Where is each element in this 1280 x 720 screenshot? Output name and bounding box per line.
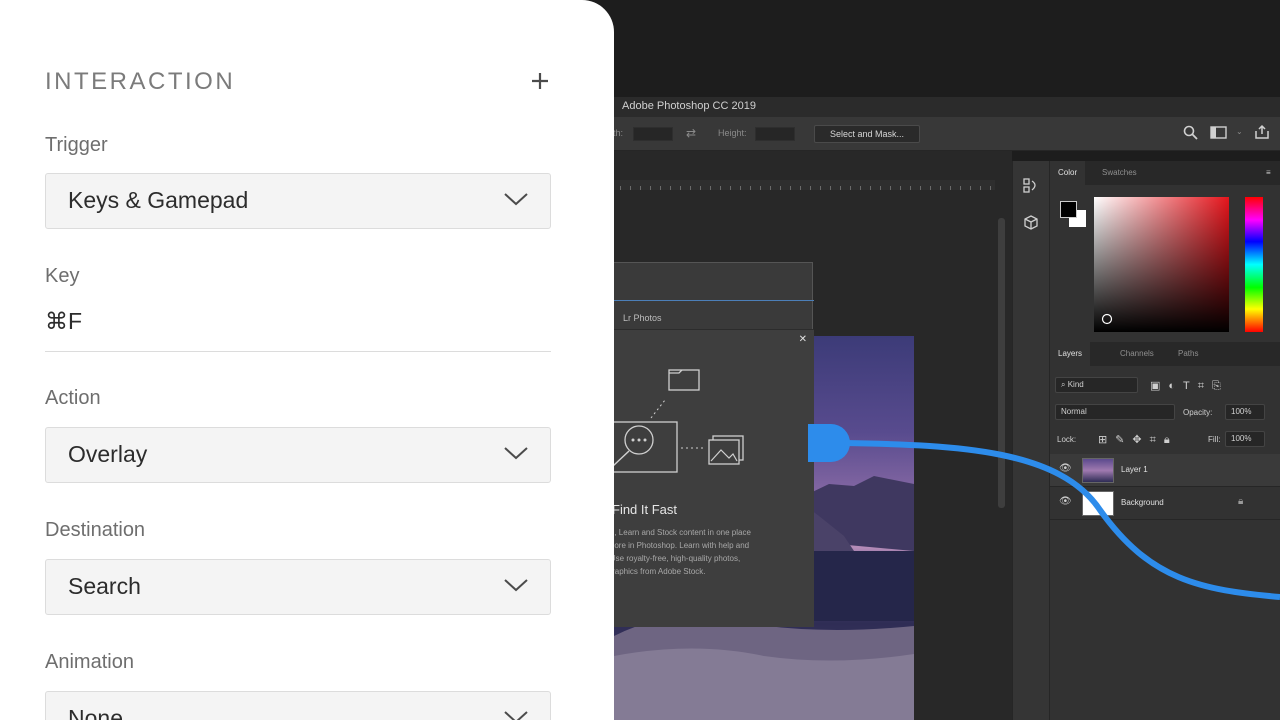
destination-dropdown[interactable]: Search (45, 559, 551, 615)
action-dropdown[interactable]: Overlay (45, 427, 551, 483)
interaction-panel: INTERACTION Trigger Keys & Gamepad Key ⌘… (0, 0, 614, 720)
action-label: Action (45, 387, 101, 409)
animation-value: None (68, 705, 123, 720)
chevron-down-icon (504, 579, 528, 592)
key-underline (45, 351, 551, 352)
destination-label: Destination (45, 519, 146, 541)
chevron-down-icon (504, 711, 528, 720)
action-value: Overlay (68, 441, 148, 467)
destination-value: Search (68, 573, 141, 599)
key-input[interactable]: ⌘F (45, 308, 82, 335)
animation-label: Animation (45, 651, 134, 673)
trigger-label: Trigger (45, 134, 108, 156)
add-interaction-button[interactable] (528, 66, 552, 96)
chevron-down-icon (504, 193, 528, 206)
trigger-value: Keys & Gamepad (68, 187, 249, 213)
chevron-down-icon (504, 447, 528, 460)
key-label: Key (45, 265, 80, 287)
animation-dropdown[interactable]: None (45, 691, 551, 720)
plus-icon (532, 73, 548, 89)
trigger-dropdown[interactable]: Keys & Gamepad (45, 173, 551, 229)
panel-title: INTERACTION (45, 68, 236, 95)
